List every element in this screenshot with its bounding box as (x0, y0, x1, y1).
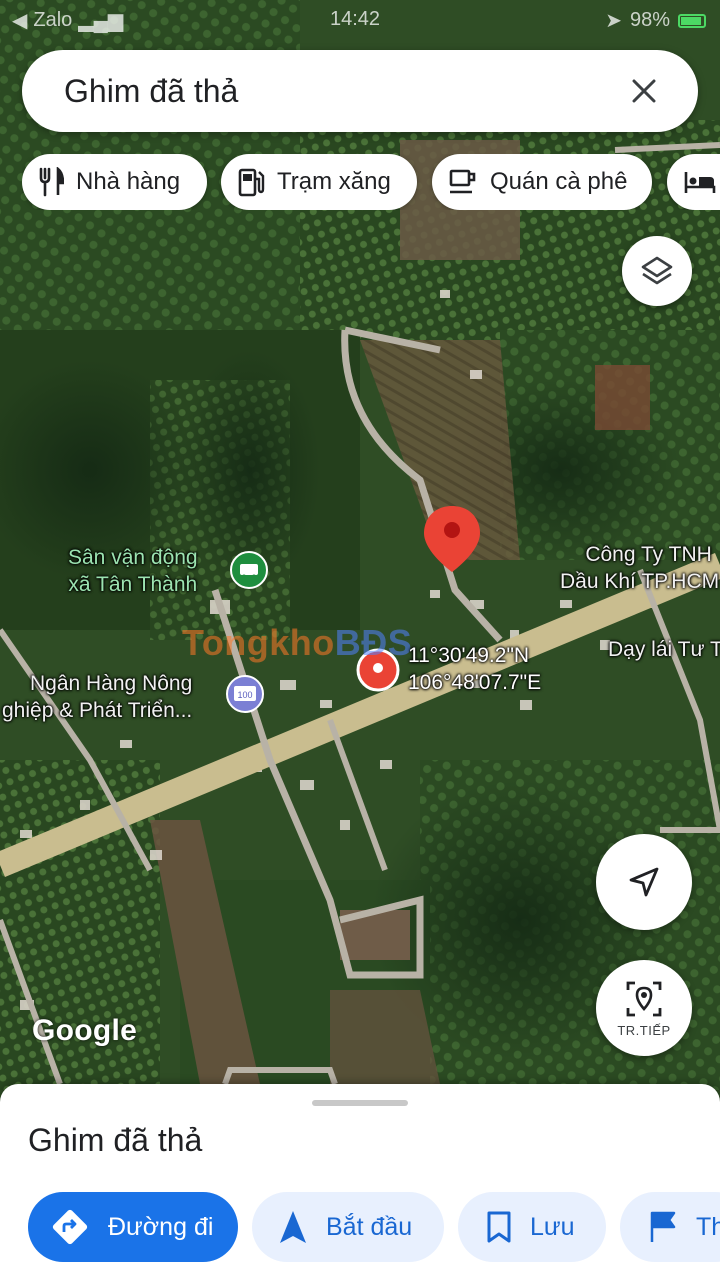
start-label: Bắt đầu (326, 1212, 413, 1241)
sheet-title: Ghim đã thả (28, 1122, 203, 1158)
bank-label[interactable]: Ngân Hàng Nông ghiệp & Phát Triển... (2, 670, 192, 724)
chip-coffee-shops[interactable]: Quán cà phê (432, 154, 652, 210)
chip-label: Quán cà phê (490, 168, 628, 195)
start-button[interactable]: Bắt đầu (252, 1192, 444, 1262)
navigation-arrow-icon (280, 1211, 306, 1243)
label-button[interactable]: Th (620, 1192, 720, 1262)
layers-button[interactable] (622, 236, 692, 306)
gas-station-icon (238, 168, 265, 197)
directions-icon (52, 1209, 88, 1245)
my-location-button[interactable] (596, 834, 692, 930)
chip-hotels[interactable] (667, 154, 720, 210)
coffee-icon (449, 169, 476, 194)
battery-icon (678, 13, 706, 28)
search-box[interactable]: Ghim đã thả (22, 50, 698, 132)
layers-icon (641, 256, 673, 285)
svg-text:100: 100 (237, 690, 252, 700)
coordinates-label: 11°30'49.2"N 106°48'07.7"E (408, 644, 542, 694)
directions-button[interactable]: Đường đi (28, 1192, 238, 1262)
place-bottom-sheet[interactable]: Ghim đã thả Đường đi Bắt đầu Lưu Th (0, 1084, 720, 1280)
hotel-icon (684, 172, 716, 193)
save-label: Lưu (530, 1212, 575, 1241)
directions-label: Đường đi (108, 1212, 214, 1241)
stadium-label[interactable]: Sân vận động xã Tân Thành (68, 544, 198, 598)
close-icon[interactable] (614, 61, 674, 121)
chip-gas-stations[interactable]: Trạm xăng (221, 154, 417, 210)
live-view-icon (626, 981, 662, 1016)
company-label[interactable]: Công Ty TNH Dầu Khí TP.HCM (560, 541, 719, 595)
chip-label: Nhà hàng (76, 168, 181, 195)
signal-icon: ▂▄▆ (78, 10, 124, 32)
navigation-arrow-icon (629, 867, 659, 897)
search-input[interactable]: Ghim đã thả (64, 73, 614, 110)
chip-label: Trạm xăng (277, 168, 391, 195)
sheet-drag-handle[interactable] (312, 1100, 408, 1106)
flag-icon (650, 1211, 676, 1242)
live-view-button[interactable]: TR.TIẾP (596, 960, 692, 1056)
label-button-label: Th (696, 1212, 720, 1241)
watermark: TongkhoBĐS (182, 622, 413, 663)
stadium-poi-icon[interactable] (230, 551, 268, 589)
status-bar: ◀ Zalo ▂▄▆ 14:42 ➤ 98% (0, 0, 720, 40)
category-chips: Nhà hàng Trạm xăng Quán cà phê (22, 154, 720, 210)
chip-restaurants[interactable]: Nhà hàng (22, 154, 207, 210)
bookmark-icon (487, 1211, 511, 1243)
back-arrow-icon[interactable]: ◀ (12, 8, 27, 33)
location-services-icon: ➤ (605, 10, 622, 32)
bank-poi-icon[interactable]: 100 (226, 675, 264, 713)
status-time: 14:42 (330, 8, 381, 30)
save-button[interactable]: Lưu (458, 1192, 606, 1262)
battery-percent: 98% (629, 9, 670, 31)
google-logo: Google (32, 1014, 138, 1047)
live-view-label: TR.TIẾP (617, 1022, 671, 1038)
driving-school-label[interactable]: Dạy lái Tư T (608, 636, 720, 663)
carrier-label: Zalo (33, 9, 73, 31)
restaurant-icon (39, 167, 64, 197)
